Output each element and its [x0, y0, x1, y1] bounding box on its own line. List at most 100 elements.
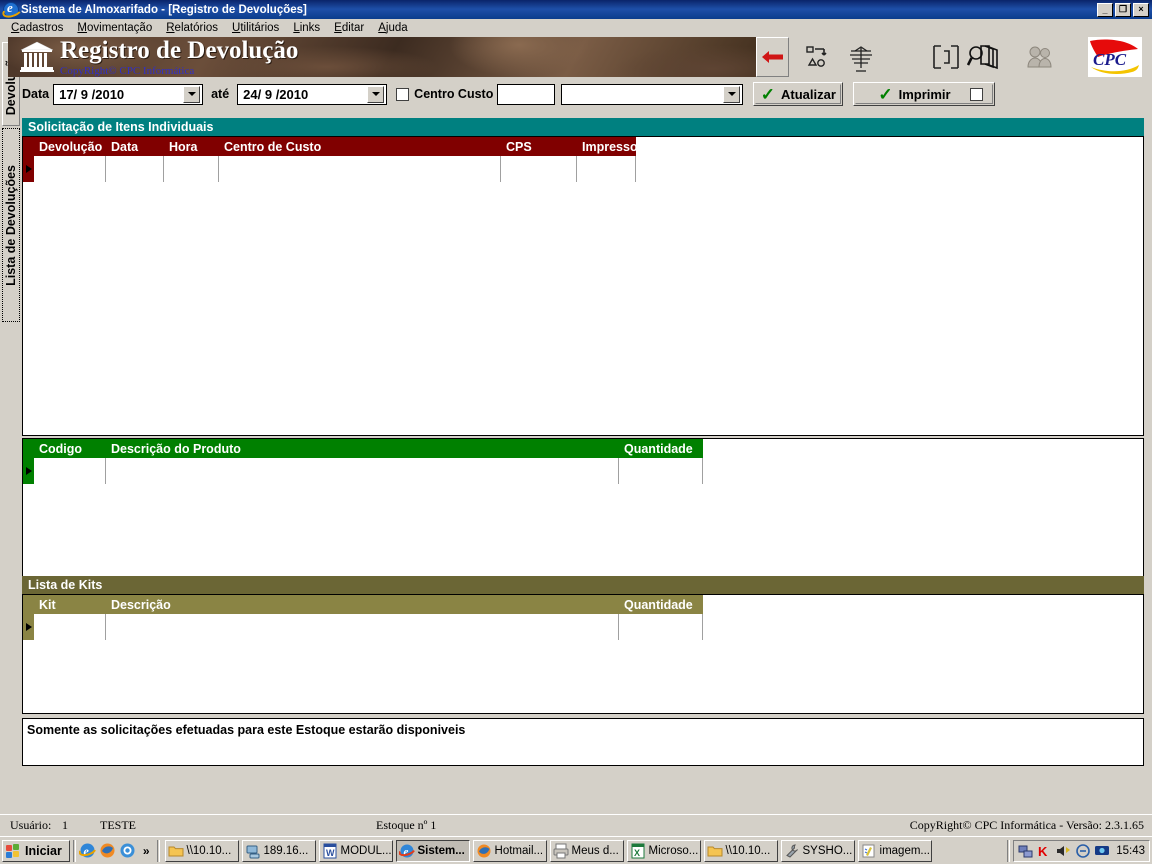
task-button[interactable]: SYSHO... [780, 839, 855, 862]
kits-section-bar: Lista de Kits [22, 576, 1144, 594]
centro-custo-dropdown-icon[interactable] [723, 85, 741, 103]
date-from-value: 17/ 9 /2010 [59, 86, 125, 102]
produtos-grid-header: Codigo Descrição do Produto Quantidade [23, 439, 1143, 458]
task-label: Sistem... [417, 844, 465, 857]
column-header-centro-de-custo[interactable]: Centro de Custo [219, 137, 501, 156]
export-items-icon[interactable] [801, 37, 834, 77]
network-icon [245, 843, 261, 859]
menu-item-utilitarios[interactable]: Utilitários [225, 21, 286, 35]
taskbar-clock[interactable]: 15:43 [1116, 845, 1145, 857]
column-header-quantidade[interactable]: Quantidade [619, 595, 703, 614]
task-button[interactable]: W MODUL... [318, 839, 393, 862]
search-document-icon[interactable] [964, 37, 1004, 77]
kits-grid[interactable]: Kit Descrição Quantidade [22, 594, 1144, 714]
task-label: Hotmail... [494, 844, 544, 857]
minimize-button[interactable]: _ [1097, 2, 1113, 17]
back-arrow-icon[interactable] [756, 37, 789, 77]
atualizar-button[interactable]: ✓ Atualizar [753, 82, 844, 106]
status-user-name: TESTE [100, 818, 136, 832]
imprimir-button[interactable]: ✓ Imprimir [853, 82, 996, 106]
column-header-codigo[interactable]: Codigo [34, 439, 106, 458]
banner-subtitle: CopyRight© CPC Informática [60, 65, 195, 77]
cpc-logo: CPC [1088, 37, 1142, 77]
column-header-descricao[interactable]: Descrição [106, 595, 619, 614]
group-icon[interactable] [1024, 37, 1057, 77]
firefox-icon[interactable] [99, 842, 116, 859]
menu-item-editar[interactable]: Editar [327, 21, 371, 35]
menu-item-movimentacao[interactable]: Movimentação [70, 21, 159, 35]
task-button[interactable]: \\10.10... [164, 839, 239, 862]
restore-button[interactable]: ❐ [1115, 2, 1131, 17]
check-icon: ✓ [878, 84, 893, 104]
solicitacoes-section-bar: Solicitação de Itens Individuais [22, 118, 1144, 136]
volume-icon[interactable] [1075, 843, 1091, 859]
column-header-cps[interactable]: CPS [501, 137, 577, 156]
column-header-descricao-do-produto[interactable]: Descrição do Produto [106, 439, 619, 458]
speaker-icon[interactable] [1056, 843, 1072, 859]
task-label: SYSHO... [802, 844, 853, 857]
task-button[interactable]: Meus d... [549, 839, 624, 862]
filter-bar: Data 17/ 9 /2010 até 24/ 9 /2010 Centro … [22, 80, 1144, 108]
date-from-dropdown-icon[interactable] [183, 85, 201, 103]
task-label: Microso... [648, 844, 699, 857]
select-all-icon[interactable] [929, 37, 962, 77]
date-to-dropdown-icon[interactable] [367, 85, 385, 103]
task-button[interactable]: 189.16... [241, 839, 316, 862]
taskbar-divider [72, 839, 76, 862]
sidebar-item-label: Lista de Devoluções [4, 164, 18, 286]
close-button[interactable]: × [1133, 2, 1149, 17]
window-controls: _ ❐ × [1097, 2, 1152, 17]
row-selector[interactable] [23, 458, 34, 484]
task-button[interactable]: imagem... [857, 839, 932, 862]
system-tray: K 15:43 [1013, 839, 1150, 862]
centro-custo-checkbox[interactable] [396, 87, 410, 101]
column-header-quantidade[interactable]: Quantidade [619, 439, 703, 458]
date-to-field[interactable]: 24/ 9 /2010 [237, 83, 388, 105]
column-header-kit[interactable]: Kit [34, 595, 106, 614]
table-row[interactable] [23, 156, 1143, 182]
sidebar-item-lista-de-devolucoes[interactable]: Lista de Devoluções [2, 128, 20, 322]
start-button[interactable]: Iniciar [2, 839, 70, 862]
imprimir-checkbox[interactable] [970, 87, 984, 101]
tree-icon[interactable] [844, 37, 877, 77]
task-label: MODUL... [340, 844, 392, 857]
task-button[interactable]: X Microso... [626, 839, 701, 862]
network-tray-icon[interactable] [1018, 843, 1034, 859]
ie-icon[interactable]: e [78, 842, 96, 859]
task-button[interactable]: Hotmail... [472, 839, 547, 862]
menu-item-links[interactable]: Links [286, 21, 327, 35]
task-button[interactable]: \\10.10... [703, 839, 778, 862]
column-header-devolucao[interactable]: Devolução [34, 137, 106, 156]
atualizar-label: Atualizar [781, 86, 836, 102]
firefox-icon [476, 843, 492, 859]
solicitacoes-grid[interactable]: Devolução Data Hora Centro de Custo CPS … [22, 136, 1144, 436]
solicitacoes-grid-header: Devolução Data Hora Centro de Custo CPS … [23, 137, 1143, 156]
task-button-active[interactable]: e Sistem... [395, 839, 470, 862]
display-icon[interactable] [1094, 843, 1110, 859]
kaspersky-icon[interactable]: K [1037, 843, 1053, 859]
folder-icon [168, 843, 184, 859]
menu-item-cadastros[interactable]: CCadastrosadastros [4, 21, 70, 35]
table-row[interactable] [23, 614, 1143, 640]
date-from-field[interactable]: 17/ 9 /2010 [53, 83, 204, 105]
tool-icon [784, 843, 800, 859]
table-row[interactable] [23, 458, 1143, 484]
taskbar-divider [1007, 839, 1011, 862]
column-header-data[interactable]: Data [106, 137, 164, 156]
centro-custo-code-input[interactable] [497, 83, 556, 105]
centro-custo-select[interactable] [561, 83, 744, 105]
kits-grid-header: Kit Descrição Quantidade [23, 595, 1143, 614]
column-header-impresso[interactable]: Impresso [577, 137, 636, 156]
status-estoque: Estoque nº 1 [376, 818, 437, 832]
task-label: \\10.10... [186, 844, 232, 857]
outlook-icon[interactable] [119, 842, 136, 859]
folder-icon [707, 843, 723, 859]
menu-item-relatorios[interactable]: Relatórios [159, 21, 225, 35]
row-selector[interactable] [23, 614, 34, 640]
grid-gutter-header [23, 595, 34, 614]
overflow-chevron-icon[interactable]: » [139, 844, 154, 858]
menu-item-ajuda[interactable]: Ajuda [371, 21, 414, 35]
start-label: Iniciar [25, 843, 62, 858]
row-selector[interactable] [23, 156, 34, 182]
column-header-hora[interactable]: Hora [164, 137, 219, 156]
